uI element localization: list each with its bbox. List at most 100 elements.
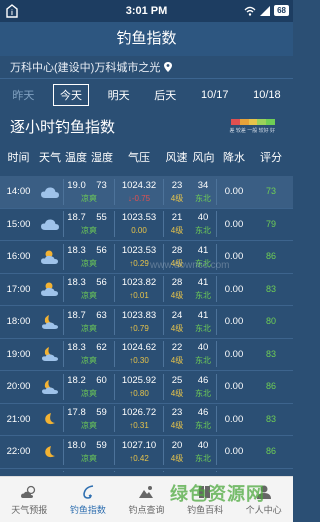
row-wind-direction: 东北 [195, 193, 211, 203]
row-wind-level: 4级 [170, 421, 184, 431]
row-wind-degree: 46 [197, 407, 209, 419]
pressure-cell: 1027.52 ↑0.40 [115, 471, 163, 472]
nav-weather[interactable]: 天气预报 [0, 477, 59, 522]
suncloud-weather-icon [37, 281, 63, 297]
col-time: 时间 [7, 152, 30, 164]
row-wind-speed: 20 [171, 439, 183, 451]
col-temp: 温度 [65, 152, 87, 164]
col-rain: 降水 [223, 152, 245, 164]
row-wind-direction: 东北 [195, 453, 211, 463]
pressure-cell: 1027.10 ↑0.42 [115, 439, 163, 465]
row-wind-speed: 23 [171, 179, 183, 191]
row-humidity: 56 [96, 244, 107, 256]
pressure-cell: 1025.92 ↑0.80 [115, 374, 163, 400]
row-wind-speed: 28 [171, 244, 183, 256]
temp-humidity-cell: 18.3 56 凉爽 [63, 243, 115, 270]
temp-humidity-cell: 17.8 59 凉爽 [63, 406, 115, 433]
row-wind-level: 4级 [170, 388, 184, 398]
tab-tomorrow[interactable]: 明天 [102, 85, 136, 105]
table-row[interactable]: 15:00 18.7 55 凉爽 1023.53 0.00 21 40 4级 东北 0… [0, 209, 293, 241]
row-wind-degree: 38 [190, 471, 216, 472]
date-tabs: 昨天 今天 明天 后天 10/17 10/18 [0, 84, 293, 106]
row-time: 14:00 [6, 186, 31, 198]
row-wind-direction: 东北 [195, 421, 211, 431]
row-comfort: 凉爽 [81, 388, 97, 398]
row-wind-speed: 19 [164, 471, 190, 472]
divider [0, 78, 293, 79]
wifi-icon [244, 6, 256, 16]
row-wind-degree: 40 [197, 342, 209, 354]
row-temp: 19.0 [67, 179, 86, 191]
wind-cell: 23 46 4级 东北 [163, 406, 217, 433]
table-row[interactable]: 18:00 18.7 63 凉爽 1023.83 ↑0.79 24 41 4级 东北 … [0, 306, 293, 339]
watermark-url: www.downcc.com [150, 260, 230, 271]
table-row[interactable]: 14:00 19.0 73 凉爽 1024.32 ↓-0.75 23 34 4级 东北… [0, 176, 293, 209]
row-pressure: 1023.53 [121, 212, 157, 224]
moon-weather-icon [37, 444, 63, 460]
pressure-cell: 1023.53 0.00 [115, 211, 163, 237]
row-comfort: 凉爽 [81, 193, 97, 203]
location-selector[interactable]: 万科中心(建设中)万科城市之光 [10, 58, 173, 76]
row-wind-speed: 23 [171, 407, 183, 419]
temp-humidity-cell: 19.0 73 凉爽 [63, 178, 115, 205]
temp-humidity-cell: 18.3 62 凉爽 [63, 341, 115, 368]
row-pressure-change: ↑0.79 [129, 323, 149, 333]
tab-date-1018[interactable]: 10/18 [247, 87, 287, 103]
row-wind-speed: 25 [171, 374, 183, 386]
row-rain: 0.00 [224, 316, 244, 328]
wind-cell: 1938 4级东北 [163, 471, 217, 472]
table-row[interactable]: 22:00 18.0 59 凉爽 1027.10 ↑0.42 20 40 4级 东北 … [0, 436, 293, 469]
table-row[interactable]: 17:00 18.3 56 凉爽 1023.82 ↑0.01 28 41 4级 东北 … [0, 274, 293, 306]
table-row[interactable]: 21:00 17.8 59 凉爽 1026.72 ↑0.31 23 46 4级 东北 … [0, 404, 293, 436]
row-score: 73 [265, 186, 276, 197]
table-row[interactable]: 23:00 17.857 凉爽 1027.52 ↑0.40 1938 4级东北 … [0, 469, 293, 472]
temp-humidity-cell: 18.0 59 凉爽 [63, 438, 115, 465]
hourly-table[interactable]: 14:00 19.0 73 凉爽 1024.32 ↓-0.75 23 34 4级 东北… [0, 176, 293, 472]
row-pressure: 1027.10 [121, 439, 157, 451]
row-pressure: 1024.32 [121, 179, 157, 191]
col-humidity: 湿度 [91, 152, 113, 164]
row-rain: 0.00 [224, 381, 244, 393]
pressure-cell: 1024.62 ↑0.30 [115, 341, 163, 367]
row-score: 79 [265, 218, 276, 229]
row-rain: 0.00 [224, 446, 244, 458]
suncloud-weather-icon [37, 249, 63, 265]
row-time: 15:00 [6, 218, 31, 230]
table-row[interactable]: 20:00 18.2 60 凉爽 1025.92 ↑0.80 25 46 4级 东北 … [0, 371, 293, 404]
score-legend-bar [231, 119, 275, 125]
tab-yesterday[interactable]: 昨天 [6, 85, 40, 105]
nav-label: 钓点查询 [128, 504, 165, 515]
row-wind-level: 4级 [170, 323, 184, 333]
nav-fishing-index[interactable]: 钓鱼指数 [59, 477, 118, 522]
row-score: 83 [265, 413, 276, 424]
tab-day-after[interactable]: 后天 [148, 85, 182, 105]
tab-date-1017[interactable]: 10/17 [195, 87, 235, 103]
row-temp: 18.3 [67, 244, 86, 256]
row-wind-level: 4级 [170, 291, 184, 301]
tab-today[interactable]: 今天 [52, 84, 89, 106]
pressure-cell: 1023.83 ↑0.79 [115, 309, 163, 335]
row-rain: 0.00 [224, 186, 244, 198]
row-wind-degree: 41 [197, 277, 209, 289]
wind-cell: 28 41 4级 东北 [163, 276, 217, 303]
nav-spot-search[interactable]: 钓点查询 [117, 477, 176, 522]
row-temp: 18.0 [67, 439, 86, 451]
score-legend-text: 差 较差 一般 较好 好 [229, 128, 275, 134]
table-row[interactable]: 19:00 18.3 62 凉爽 1024.62 ↑0.30 22 40 4级 东北 … [0, 339, 293, 371]
row-humidity: 57 [89, 471, 114, 472]
row-pressure-change: ↑0.80 [129, 388, 149, 398]
row-score: 86 [265, 446, 276, 457]
row-wind-direction: 东北 [195, 388, 211, 398]
table-row[interactable]: 16:00 18.3 56 凉爽 1023.53 ↑0.29 28 41 4级 东北 … [0, 241, 293, 274]
wind-cell: 20 40 4级 东北 [163, 438, 217, 465]
row-wind-speed: 28 [171, 277, 183, 289]
temp-humidity-cell: 18.7 63 凉爽 [63, 308, 115, 335]
temp-humidity-cell: 18.2 60 凉爽 [63, 373, 115, 400]
moon-weather-icon [37, 411, 63, 427]
mooncloud-weather-icon [37, 346, 63, 362]
row-wind-speed: 24 [171, 309, 183, 321]
row-comfort: 凉爽 [81, 453, 97, 463]
row-humidity: 56 [96, 277, 107, 289]
weather-icon [21, 485, 36, 498]
row-temp: 18.7 [67, 309, 86, 321]
